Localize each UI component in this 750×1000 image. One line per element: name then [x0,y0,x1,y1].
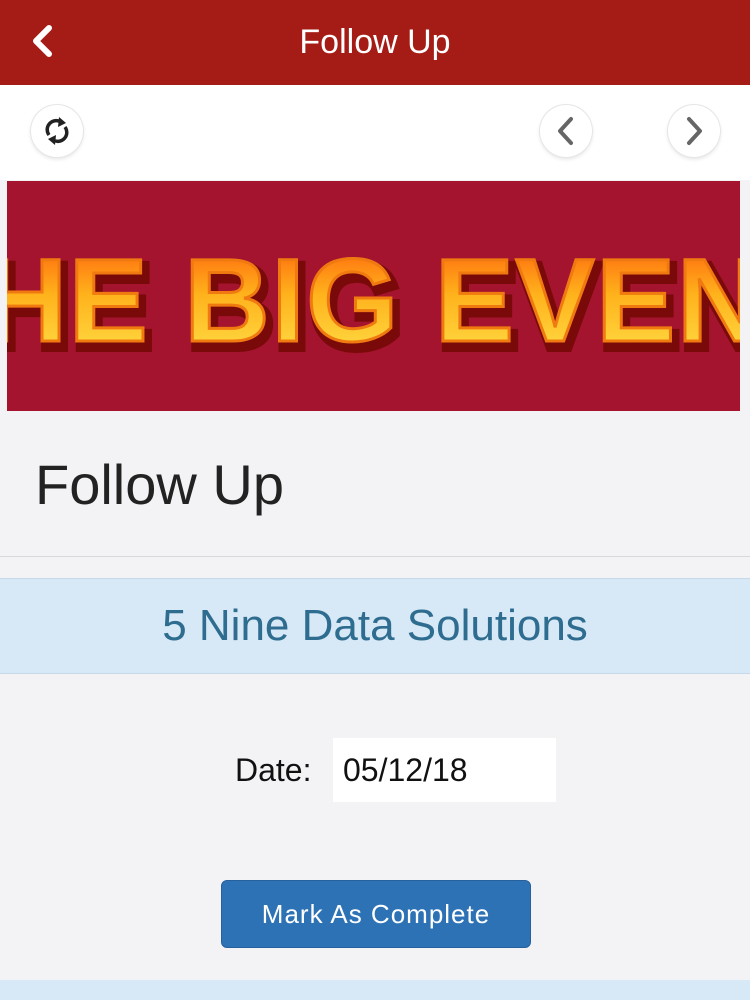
date-row: Date: 05/12/18 [0,738,750,802]
mark-complete-button[interactable]: Mark As Complete [221,880,531,948]
date-label: Date: [235,752,312,788]
next-button[interactable] [668,105,720,157]
bottom-strip [0,980,750,1000]
page-title: Follow Up [35,453,284,516]
toolbar [0,85,750,180]
nav-title: Follow Up [299,23,451,61]
chevron-left-icon [33,25,52,57]
nav-bar: Follow Up [0,0,750,85]
refresh-icon [45,117,69,145]
back-button[interactable] [22,18,62,64]
date-field[interactable]: 05/12/18 [333,738,556,802]
chevron-left-icon [558,117,573,145]
previous-button[interactable] [540,105,592,157]
event-banner-logo: THE BIG EVENT THE BIG EVENT [7,234,740,379]
refresh-button[interactable] [31,105,83,157]
chevron-right-icon [687,117,702,145]
divider [0,556,750,557]
event-banner: THE BIG EVENT THE BIG EVENT [7,181,740,411]
svg-text:THE BIG EVENT: THE BIG EVENT [7,235,740,367]
company-name: 5 Nine Data Solutions [0,578,750,674]
